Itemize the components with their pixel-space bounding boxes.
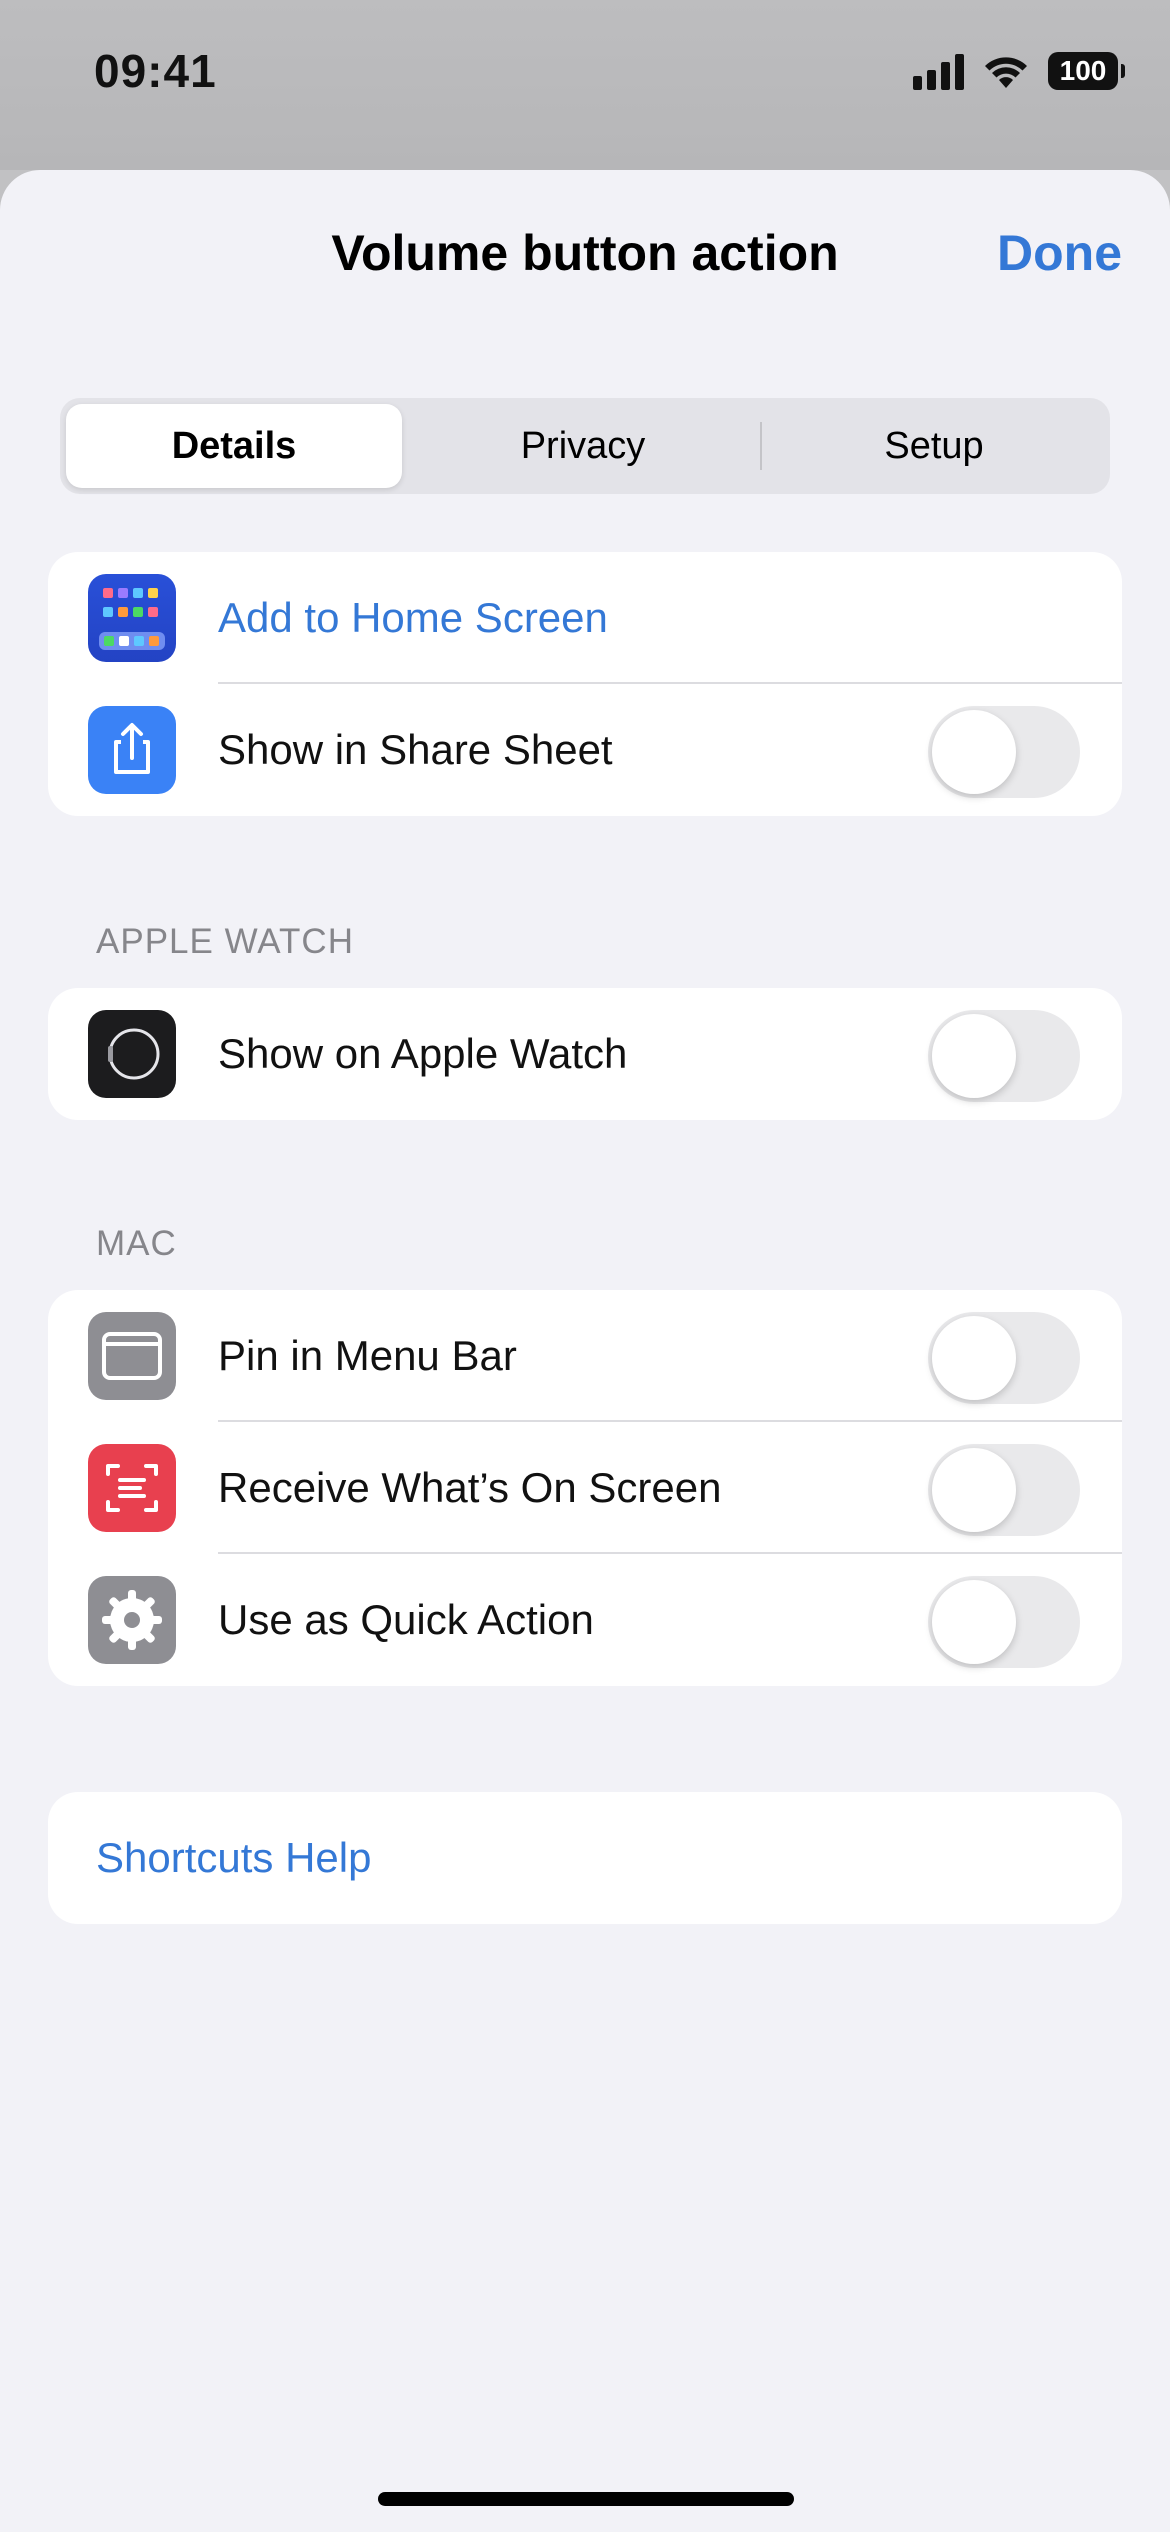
show-in-share-sheet-toggle[interactable] [928, 706, 1080, 798]
pin-in-menu-bar-label: Pin in Menu Bar [218, 1332, 517, 1379]
tab-setup[interactable]: Setup [764, 404, 1104, 488]
show-in-share-sheet-label: Show in Share Sheet [218, 726, 613, 773]
apple-watch-group: Show on Apple Watch [48, 988, 1122, 1120]
status-icons: 100 [913, 52, 1125, 90]
show-on-apple-watch-row: Show on Apple Watch [48, 988, 1122, 1120]
gear-icon [88, 1576, 176, 1664]
battery-level: 100 [1059, 55, 1107, 86]
add-to-home-screen-label: Add to Home Screen [218, 594, 608, 641]
use-as-quick-action-row: Use as Quick Action [48, 1554, 1122, 1686]
home-indicator [378, 2492, 794, 2506]
show-on-apple-watch-toggle[interactable] [928, 1010, 1080, 1102]
shortcuts-help-row[interactable]: Shortcuts Help [48, 1792, 1122, 1924]
toggle-knob [932, 1316, 1016, 1400]
home-screen-icon [88, 574, 176, 662]
mac-group: Pin in Menu Bar Receive What’s On Screen [48, 1290, 1122, 1686]
receive-whats-on-screen-label: Receive What’s On Screen [218, 1464, 722, 1511]
page-title: Volume button action [331, 225, 839, 281]
general-group: Add to Home Screen Show in Share Sheet [48, 552, 1122, 816]
use-as-quick-action-label: Use as Quick Action [218, 1596, 594, 1643]
segmented-control: Details Privacy Setup [60, 398, 1110, 494]
done-button[interactable]: Done [997, 224, 1122, 282]
screen-capture-icon [88, 1444, 176, 1532]
settings-sheet: Volume button action Done Details Privac… [0, 170, 1170, 2532]
show-on-apple-watch-label: Show on Apple Watch [218, 1030, 628, 1077]
apple-watch-section-header: APPLE WATCH [96, 922, 354, 961]
status-time: 09:41 [94, 45, 217, 97]
apple-watch-icon [88, 1010, 176, 1098]
wifi-icon [985, 57, 1027, 88]
pin-in-menu-bar-toggle[interactable] [928, 1312, 1080, 1404]
mac-section-header: MAC [96, 1224, 177, 1263]
tab-privacy[interactable]: Privacy [408, 404, 758, 488]
add-to-home-screen-row[interactable]: Add to Home Screen [48, 552, 1122, 684]
use-as-quick-action-toggle[interactable] [928, 1576, 1080, 1668]
tab-details[interactable]: Details [66, 404, 402, 488]
toggle-knob [932, 710, 1016, 794]
shortcuts-help-link[interactable]: Shortcuts Help [96, 1792, 371, 1924]
toggle-knob [932, 1014, 1016, 1098]
toggle-knob [932, 1580, 1016, 1664]
battery-icon: 100 [1048, 52, 1125, 90]
menu-bar-icon [88, 1312, 176, 1400]
cellular-signal-icon [913, 52, 964, 90]
segment-divider [760, 422, 762, 470]
share-icon [88, 706, 176, 794]
pin-in-menu-bar-row: Pin in Menu Bar [48, 1290, 1122, 1422]
show-in-share-sheet-row: Show in Share Sheet [48, 684, 1122, 816]
status-bar: 09:41 100 [0, 0, 1170, 170]
receive-whats-on-screen-row: Receive What’s On Screen [48, 1422, 1122, 1554]
toggle-knob [932, 1448, 1016, 1532]
receive-whats-on-screen-toggle[interactable] [928, 1444, 1080, 1536]
